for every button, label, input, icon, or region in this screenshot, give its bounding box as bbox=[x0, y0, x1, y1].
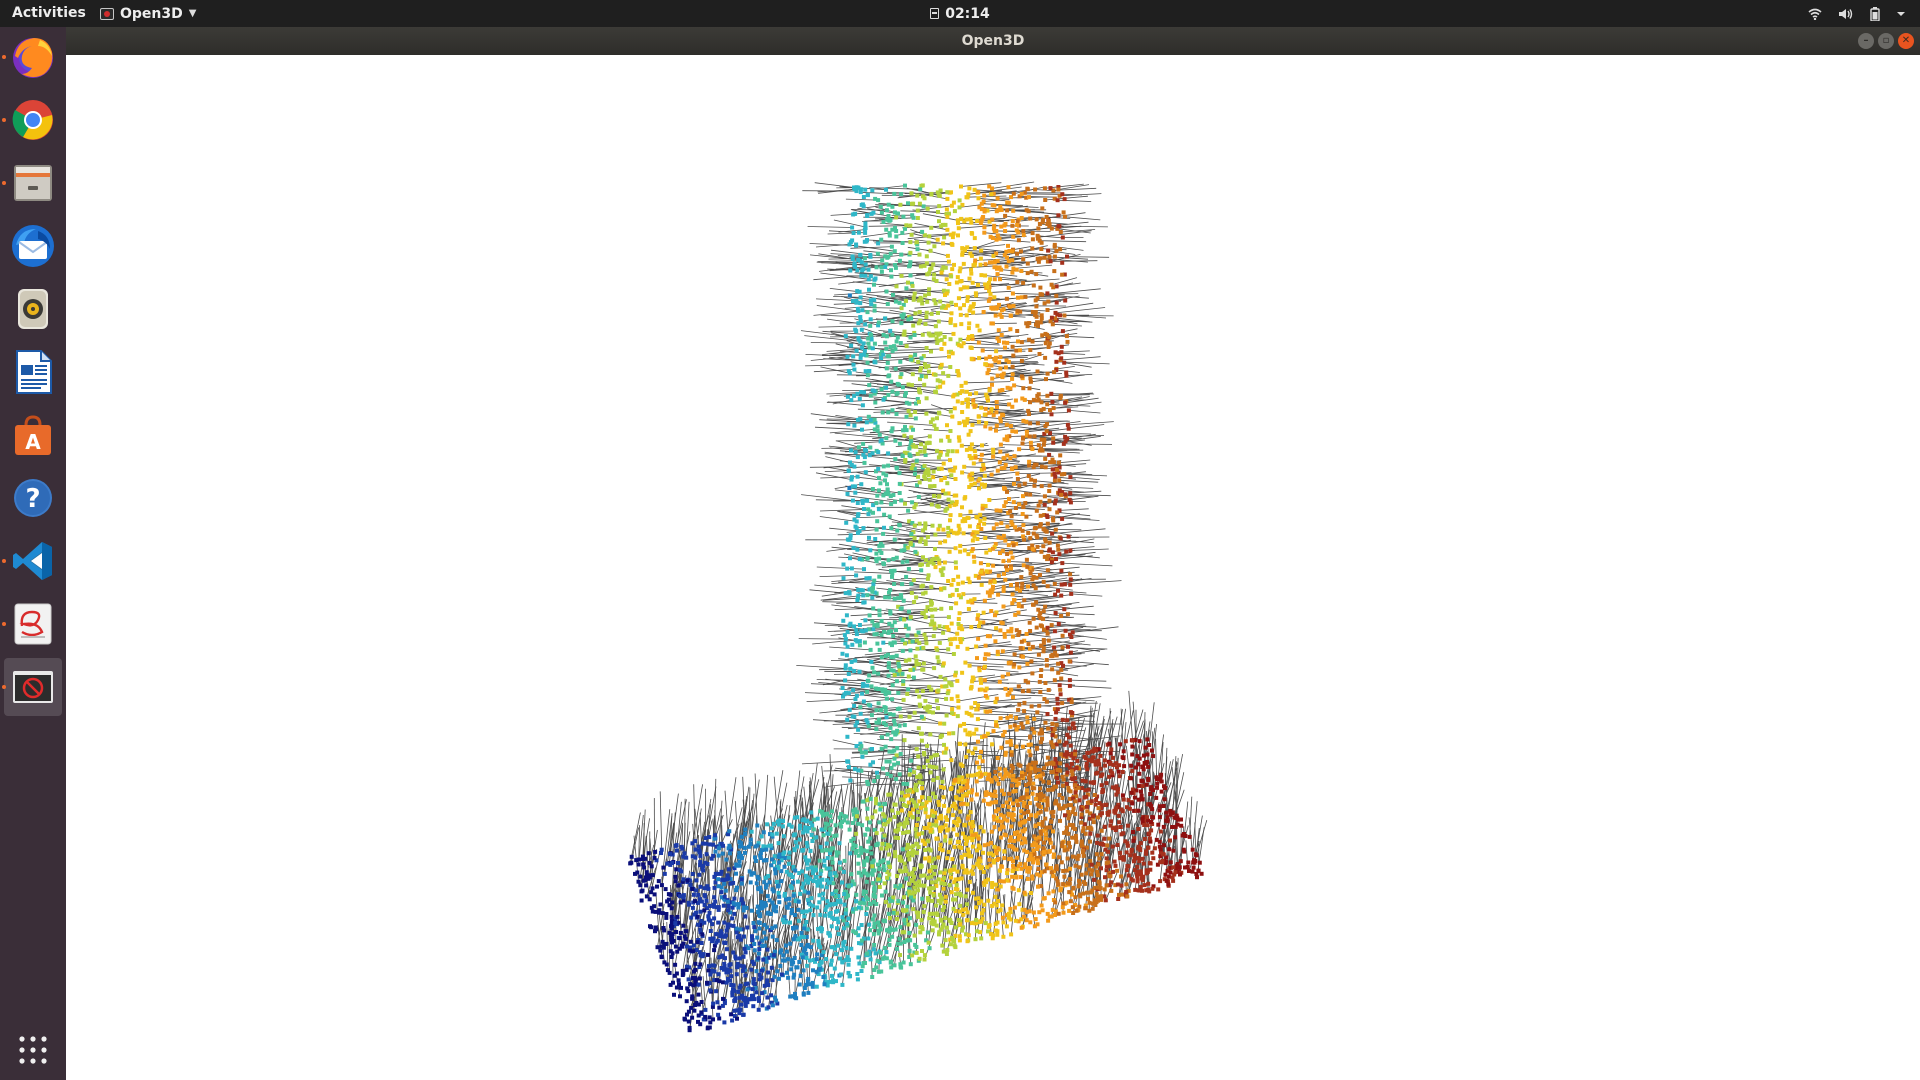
activities-button[interactable]: Activities bbox=[12, 0, 86, 27]
open3d-icon bbox=[13, 671, 53, 703]
minimize-icon: – bbox=[1863, 35, 1869, 46]
dock-item-thunderbird[interactable] bbox=[4, 217, 62, 275]
running-indicator bbox=[2, 622, 6, 626]
battery-icon bbox=[1870, 6, 1880, 21]
clock-label: 02:14 bbox=[945, 5, 990, 22]
firefox-icon bbox=[13, 38, 53, 78]
dock-item-libreoffice-writer[interactable] bbox=[4, 343, 62, 401]
dock-item-help[interactable]: ? bbox=[4, 469, 62, 527]
window-title: Open3D bbox=[961, 33, 1025, 49]
open3d-app-icon bbox=[100, 7, 114, 20]
dock-item-chrome[interactable] bbox=[2, 91, 62, 149]
dock-item-files[interactable] bbox=[2, 154, 62, 212]
libreoffice-writer-icon bbox=[16, 350, 52, 394]
top-bar: Activities Open3D ▼ 02:14 bbox=[0, 0, 1920, 27]
maximize-icon: ▫ bbox=[1882, 35, 1890, 46]
thunderbird-icon bbox=[12, 225, 54, 267]
system-status-menu[interactable] bbox=[1808, 0, 1906, 27]
app-menu[interactable]: Open3D ▼ bbox=[100, 0, 196, 27]
running-indicator bbox=[2, 55, 6, 59]
chevron-down-icon: ▼ bbox=[188, 8, 197, 19]
point-cloud-with-normals bbox=[628, 181, 1208, 1033]
dock-item-ubuntu-software[interactable]: A bbox=[4, 406, 62, 464]
grid-icon bbox=[19, 1036, 47, 1064]
dock-item-open3d[interactable] bbox=[2, 658, 62, 716]
help-icon: ? bbox=[14, 479, 52, 517]
show-applications-button[interactable] bbox=[4, 1021, 62, 1079]
chrome-icon bbox=[12, 100, 53, 140]
dock-item-document-viewer[interactable] bbox=[2, 595, 62, 653]
ubuntu-software-icon: A bbox=[15, 415, 51, 455]
app-menu-label: Open3D bbox=[120, 5, 183, 22]
close-button[interactable]: ✕ bbox=[1898, 33, 1914, 49]
clock-button[interactable]: 02:14 bbox=[930, 6, 990, 22]
minimize-button[interactable]: – bbox=[1858, 33, 1874, 49]
rhythmbox-icon bbox=[18, 289, 48, 329]
close-icon: ✕ bbox=[1901, 35, 1911, 46]
document-viewer-icon bbox=[14, 603, 52, 645]
files-icon bbox=[14, 165, 52, 201]
open3d-viewport[interactable] bbox=[66, 55, 1920, 1080]
dock-item-firefox[interactable] bbox=[2, 28, 62, 86]
window-title-bar[interactable]: Open3D – ▫ ✕ bbox=[66, 27, 1920, 55]
dock-item-rhythmbox[interactable] bbox=[4, 280, 62, 338]
running-indicator bbox=[2, 685, 6, 689]
running-indicator bbox=[2, 559, 6, 563]
running-indicator bbox=[2, 181, 6, 185]
calendar-icon bbox=[930, 8, 940, 19]
system-menu-caret-icon bbox=[1896, 10, 1906, 18]
maximize-button[interactable]: ▫ bbox=[1878, 33, 1894, 49]
vscode-icon bbox=[13, 542, 52, 580]
running-indicator bbox=[2, 118, 6, 122]
dock: A ? bbox=[0, 27, 66, 1080]
dock-item-vscode[interactable] bbox=[2, 532, 62, 590]
volume-icon bbox=[1838, 8, 1854, 20]
svg-text:A: A bbox=[25, 430, 41, 454]
svg-text:?: ? bbox=[25, 484, 40, 514]
wifi-icon bbox=[1808, 8, 1822, 20]
window-controls: – ▫ ✕ bbox=[1858, 33, 1914, 49]
clock-area: 02:14 bbox=[0, 0, 1920, 27]
